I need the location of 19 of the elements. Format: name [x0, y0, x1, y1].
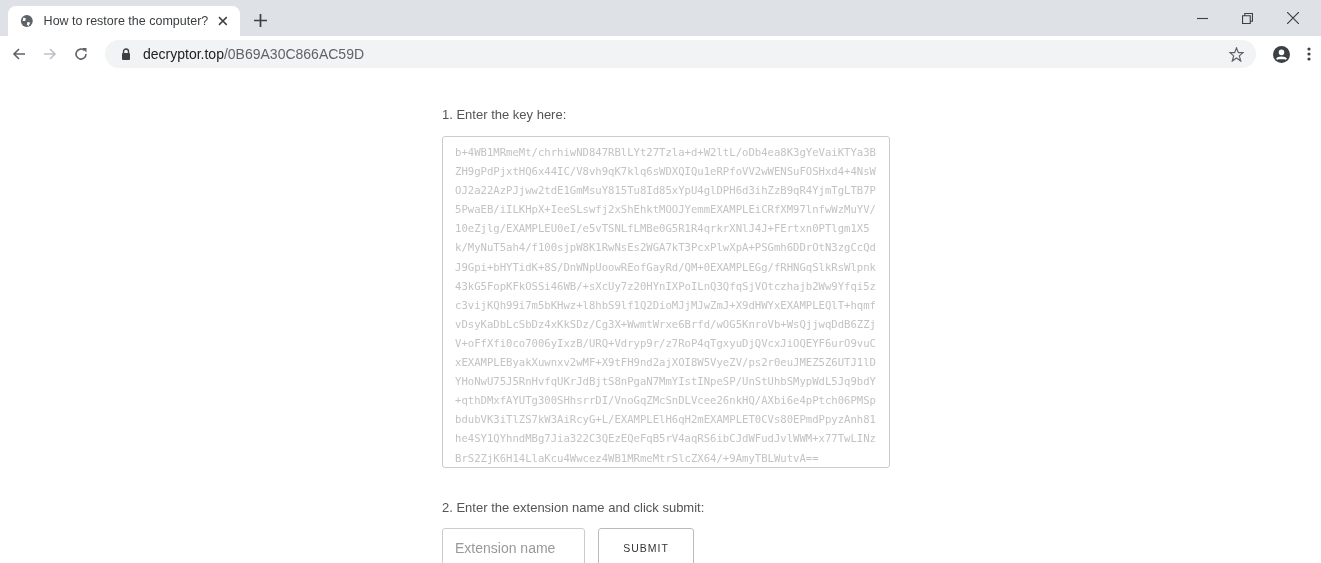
step-label: 2. Enter the extension name and click submit:: [442, 500, 706, 517]
browser-tab[interactable]: How to restore the computer?: [8, 6, 240, 36]
star-icon[interactable]: [1229, 46, 1244, 62]
reload-icon[interactable]: [74, 47, 88, 61]
close-icon[interactable]: [218, 16, 228, 26]
lock-icon: [121, 48, 131, 60]
close-icon[interactable]: [1287, 12, 1299, 24]
restore-icon[interactable]: [1242, 13, 1253, 24]
new-tab-icon[interactable]: [254, 14, 267, 27]
back-icon[interactable]: [12, 47, 26, 61]
address-bar[interactable]: decryptor.top/0B69A30C866AC59D: [105, 40, 1256, 68]
url-text: decryptor.top/0B69A30C866AC59D: [143, 46, 365, 62]
menu-icon[interactable]: [1307, 47, 1311, 61]
extension-field[interactable]: Extension name: [442, 528, 585, 563]
globe-icon: [20, 14, 34, 28]
tab-title: How to restore the computer?: [43, 14, 209, 28]
step-label: 1. Enter the key here:: [442, 107, 568, 124]
profile-icon[interactable]: [1273, 45, 1290, 63]
submit-button[interactable]: SUBMIT: [598, 528, 694, 563]
